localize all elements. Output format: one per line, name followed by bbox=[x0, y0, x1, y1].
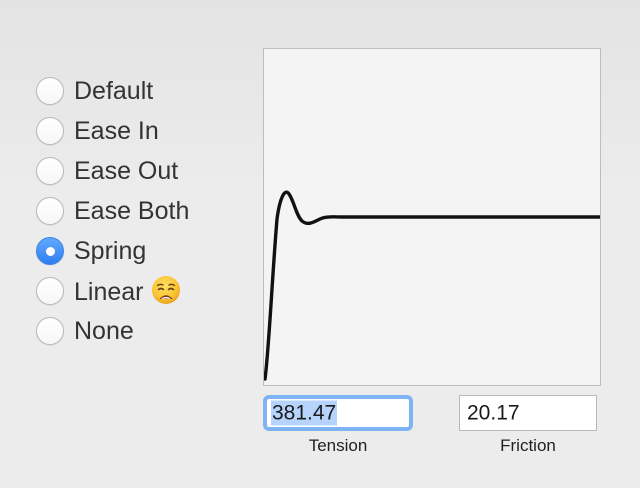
tension-field[interactable]: 381.47 bbox=[263, 395, 413, 431]
timing-function-editor: { "timing_options": [ {"label": "Default… bbox=[0, 0, 640, 488]
weary-face-icon bbox=[151, 276, 180, 304]
radio-none[interactable] bbox=[36, 317, 64, 345]
friction-label: Friction bbox=[500, 436, 556, 455]
timing-function-options: Default Ease In Ease Out Ease Both Sprin… bbox=[36, 71, 189, 351]
option-label-ease-both: Ease Both bbox=[74, 196, 190, 225]
option-label-ease-out: Ease Out bbox=[74, 156, 179, 185]
option-label-none: None bbox=[74, 316, 134, 345]
option-none[interactable]: None bbox=[36, 311, 189, 351]
radio-dot bbox=[45, 246, 55, 256]
option-label-linear: Linear bbox=[74, 275, 181, 307]
option-ease-out[interactable]: Ease Out bbox=[36, 151, 189, 191]
tension-value[interactable]: 381.47 bbox=[271, 400, 338, 426]
option-spring[interactable]: Spring bbox=[36, 231, 189, 271]
spring-curve-graph bbox=[264, 190, 600, 381]
radio-linear[interactable] bbox=[36, 277, 64, 305]
option-label-ease-in: Ease In bbox=[74, 116, 159, 145]
radio-ease-out[interactable] bbox=[36, 157, 64, 185]
radio-spring[interactable] bbox=[36, 237, 64, 265]
option-ease-in[interactable]: Ease In bbox=[36, 111, 189, 151]
friction-field[interactable]: 20.17 bbox=[459, 395, 597, 431]
option-label-default: Default bbox=[74, 76, 154, 105]
option-default[interactable]: Default bbox=[36, 71, 189, 111]
option-label-linear-text: Linear bbox=[74, 278, 144, 306]
radio-ease-both[interactable] bbox=[36, 197, 64, 225]
option-ease-both[interactable]: Ease Both bbox=[36, 191, 189, 231]
curve-preview bbox=[263, 48, 601, 386]
option-linear[interactable]: Linear bbox=[36, 271, 189, 311]
radio-ease-in[interactable] bbox=[36, 117, 64, 145]
friction-value[interactable]: 20.17 bbox=[467, 401, 520, 426]
tension-label: Tension bbox=[308, 436, 368, 455]
radio-default[interactable] bbox=[36, 77, 64, 105]
option-label-spring: Spring bbox=[74, 236, 147, 265]
spring-curve-line bbox=[264, 190, 600, 381]
